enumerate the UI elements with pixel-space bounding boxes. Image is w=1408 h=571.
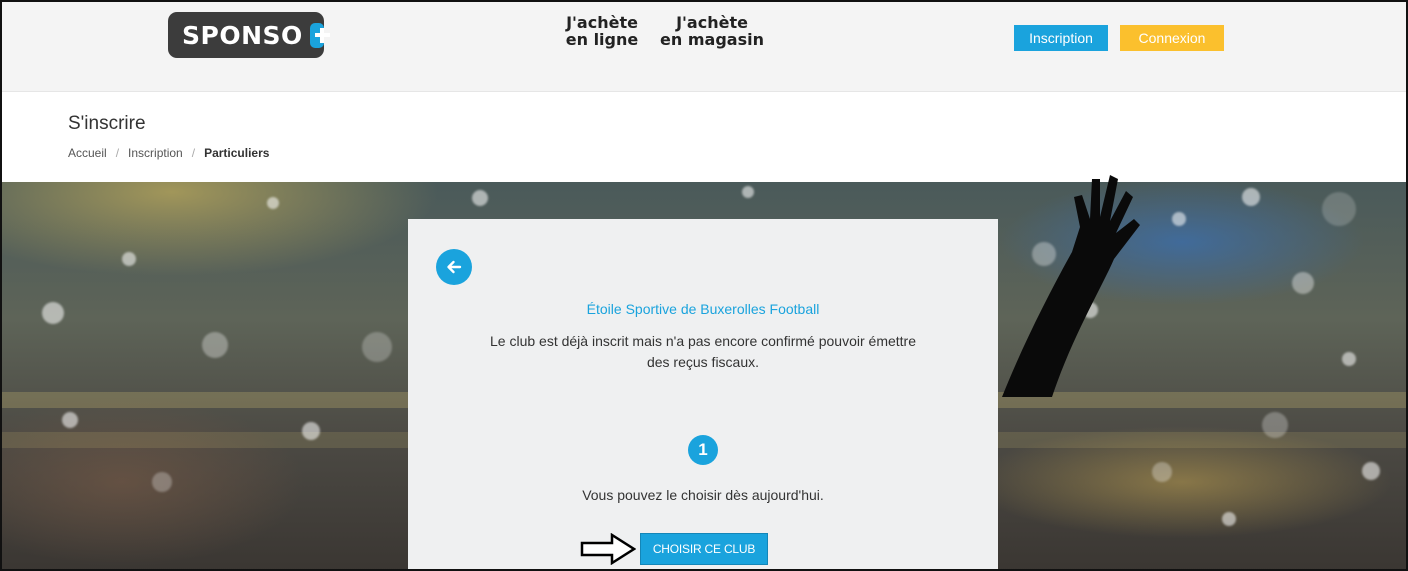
bokeh-light: [1322, 192, 1356, 226]
club-status-message: Le club est déjà inscrit mais n'a pas en…: [490, 333, 916, 370]
breadcrumb-inscription[interactable]: Inscription: [128, 146, 183, 160]
connexion-button[interactable]: Connexion: [1120, 25, 1224, 51]
arrow-left-icon: [447, 260, 462, 274]
site-header: SPONSO J'achète en ligne J'achète en mag…: [2, 2, 1406, 92]
breadcrumb: Accueil / Inscription / Particuliers: [68, 146, 269, 160]
step-message: Vous pouvez le choisir dès aujourd'hui.: [582, 487, 824, 503]
bokeh-light: [1242, 188, 1260, 206]
step-number-badge: 1: [688, 435, 718, 465]
club-status-card: Étoile Sportive de Buxerolles Football L…: [408, 219, 998, 569]
bokeh-light: [1152, 462, 1172, 482]
back-button[interactable]: [436, 249, 472, 285]
nav-buy-in-store-line2: en magasin: [660, 30, 764, 49]
bokeh-light: [362, 332, 392, 362]
inscription-button[interactable]: Inscription: [1014, 25, 1108, 51]
page-title: S'inscrire: [68, 113, 146, 134]
bokeh-light: [267, 197, 279, 209]
bokeh-light: [122, 252, 136, 266]
nav-buy-in-store-line1: J'achète: [676, 13, 748, 32]
plus-icon: [309, 22, 331, 48]
bokeh-light: [42, 302, 64, 324]
breadcrumb-current: Particuliers: [204, 146, 270, 160]
bokeh-light: [742, 186, 754, 198]
bokeh-light: [1292, 272, 1314, 294]
bokeh-light: [1342, 352, 1356, 366]
page-title-section: S'inscrire Accueil / Inscription / Parti…: [2, 93, 1406, 181]
bokeh-light: [472, 190, 488, 206]
bokeh-light: [1362, 462, 1380, 480]
bokeh-light: [62, 412, 78, 428]
nav-buy-in-store[interactable]: J'achète en magasin: [660, 14, 764, 48]
raised-hand-silhouette: [1002, 175, 1140, 397]
logo-text: SPONSO: [182, 20, 303, 50]
bokeh-light: [302, 422, 320, 440]
nav-buy-online[interactable]: J'achète en ligne: [555, 14, 649, 48]
browser-frame: SPONSO J'achète en ligne J'achète en mag…: [0, 0, 1408, 571]
breadcrumb-home[interactable]: Accueil: [68, 146, 107, 160]
nav-buy-online-line2: en ligne: [565, 30, 639, 49]
bokeh-light: [1172, 212, 1186, 226]
breadcrumb-separator: /: [115, 146, 120, 160]
bokeh-light: [202, 332, 228, 358]
sponso-logo[interactable]: SPONSO: [168, 12, 331, 58]
choose-club-button[interactable]: CHOISIR CE CLUB: [640, 533, 768, 565]
right-arrow-icon: [580, 533, 636, 565]
bokeh-light: [152, 472, 172, 492]
bokeh-light: [1222, 512, 1236, 526]
club-name: Étoile Sportive de Buxerolles Football: [586, 301, 820, 317]
breadcrumb-separator: /: [191, 146, 196, 160]
bokeh-light: [1262, 412, 1288, 438]
nav-buy-online-line1: J'achète: [566, 13, 638, 32]
